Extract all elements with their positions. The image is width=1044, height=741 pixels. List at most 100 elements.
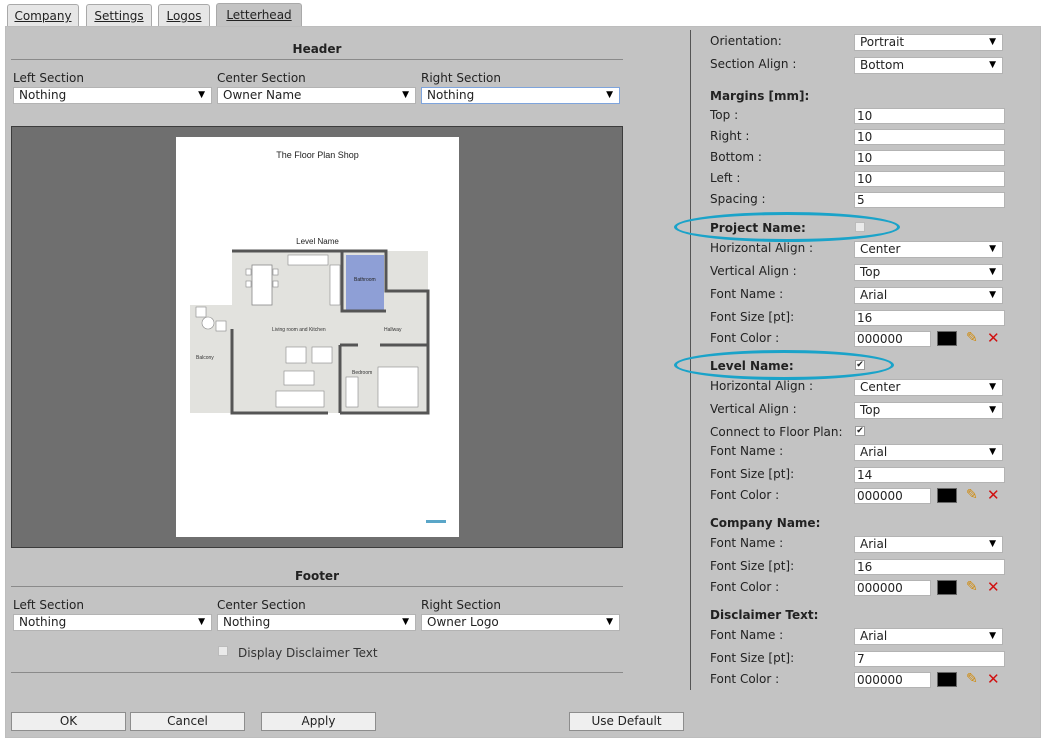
company-font-select[interactable]: Arial ▼ [854,536,1003,553]
chevron-down-icon: ▼ [989,405,996,415]
ok-button[interactable]: OK [11,712,126,731]
margin-top-input[interactable]: 10 [854,108,1005,124]
footer-left-value: Nothing [19,615,67,629]
project-name-checkbox[interactable] [855,222,865,232]
disclaimer-size-input[interactable]: 7 [854,651,1005,667]
connect-floor-plan-checkbox[interactable]: ✔ [855,426,865,436]
tab-letterhead[interactable]: Letterhead [216,3,302,27]
project-halign-select[interactable]: Center ▼ [854,241,1003,258]
header-right-select[interactable]: Nothing ▼ [421,87,620,104]
company-color-swatch[interactable] [937,580,957,595]
close-icon[interactable]: ✕ [987,672,1000,687]
section-align-value: Bottom [860,58,905,72]
spacing-input[interactable]: 5 [854,192,1005,208]
chevron-down-icon: ▼ [402,617,409,627]
project-font-value: Arial [860,288,888,302]
project-halign-value: Center [860,242,901,256]
section-align-label: Section Align : [710,57,797,71]
level-size-input[interactable]: 14 [854,467,1005,483]
footer-left-select[interactable]: Nothing ▼ [13,614,212,631]
pencil-icon[interactable]: ✎ [966,580,978,594]
close-icon[interactable]: ✕ [987,331,1000,346]
orientation-label: Orientation: [710,34,782,48]
company-font-label: Font Name : [710,536,784,550]
chevron-down-icon: ▼ [606,90,613,100]
disclaimer-font-select[interactable]: Arial ▼ [854,628,1003,645]
chevron-down-icon: ▼ [402,90,409,100]
chevron-down-icon: ▼ [606,617,613,627]
tab-logos[interactable]: Logos [158,4,210,26]
preview-level-title: Level Name [296,237,339,246]
footer-center-label: Center Section [217,598,306,612]
header-center-value: Owner Name [223,88,302,102]
company-size-input[interactable]: 16 [854,559,1005,575]
margin-right-input[interactable]: 10 [854,129,1005,145]
footer-right-label: Right Section [421,598,501,612]
margin-left-input[interactable]: 10 [854,171,1005,187]
header-center-select[interactable]: Owner Name ▼ [217,87,416,104]
chevron-down-icon: ▼ [989,37,996,47]
margin-bottom-label: Bottom : [710,150,762,164]
disclaimer-title: Disclaimer Text: [710,608,819,622]
preview-room-bedroom: Bedroom [352,370,372,376]
header-right-value: Nothing [427,88,475,102]
close-icon[interactable]: ✕ [987,580,1000,595]
tab-company[interactable]: Company [7,4,79,26]
header-left-select[interactable]: Nothing ▼ [13,87,212,104]
tab-settings[interactable]: Settings [86,4,152,26]
display-disclaimer-label: Display Disclaimer Text [238,646,378,660]
chevron-down-icon: ▼ [989,631,996,641]
level-halign-label: Horizontal Align : [710,379,814,393]
margin-top-label: Top : [710,108,739,122]
level-halign-select[interactable]: Center ▼ [854,379,1003,396]
project-font-label: Font Name : [710,287,784,301]
level-color-input[interactable]: 000000 [854,488,931,504]
pencil-icon[interactable]: ✎ [966,331,978,345]
margin-bottom-input[interactable]: 10 [854,150,1005,166]
level-halign-value: Center [860,380,901,394]
use-default-button[interactable]: Use Default [569,712,684,731]
level-valign-value: Top [860,403,881,417]
disclaimer-color-label: Font Color : [710,672,780,686]
project-color-input[interactable]: 000000 [854,331,931,347]
project-color-swatch[interactable] [937,331,957,346]
header-center-label: Center Section [217,71,306,85]
level-valign-select[interactable]: Top ▼ [854,402,1003,419]
footer-right-value: Owner Logo [427,615,499,629]
level-name-checkbox[interactable]: ✔ [855,360,865,370]
disclaimer-color-swatch[interactable] [937,672,957,687]
chevron-down-icon: ▼ [989,60,996,70]
company-color-label: Font Color : [710,580,780,594]
footer-center-select[interactable]: Nothing ▼ [217,614,416,631]
footer-divider [11,586,623,587]
chevron-down-icon: ▼ [989,447,996,457]
margin-right-label: Right : [710,129,750,143]
project-size-input[interactable]: 16 [854,310,1005,326]
level-font-select[interactable]: Arial ▼ [854,444,1003,461]
disclaimer-color-input[interactable]: 000000 [854,672,931,688]
disclaimer-font-label: Font Name : [710,628,784,642]
pencil-icon[interactable]: ✎ [966,672,978,686]
level-color-swatch[interactable] [937,488,957,503]
apply-button[interactable]: Apply [261,712,376,731]
spacing-label: Spacing : [710,192,766,206]
footer-right-select[interactable]: Owner Logo ▼ [421,614,620,631]
preview-room-hallway: Hallway [384,327,402,333]
project-valign-select[interactable]: Top ▼ [854,264,1003,281]
preview-room-balcony: Balcony [196,355,214,361]
pencil-icon[interactable]: ✎ [966,488,978,502]
project-valign-value: Top [860,265,881,279]
display-disclaimer-checkbox[interactable] [218,646,228,656]
project-font-select[interactable]: Arial ▼ [854,287,1003,304]
cancel-button[interactable]: Cancel [130,712,245,731]
header-left-value: Nothing [19,88,67,102]
close-icon[interactable]: ✕ [987,488,1000,503]
preview-company-title: The Floor Plan Shop [276,150,359,160]
level-font-value: Arial [860,445,888,459]
section-align-select[interactable]: Bottom ▼ [854,57,1003,74]
preview-page: The Floor Plan Shop Level Name Living ro… [176,137,459,537]
company-font-value: Arial [860,537,888,551]
disclaimer-size-label: Font Size [pt]: [710,651,795,665]
company-color-input[interactable]: 000000 [854,580,931,596]
orientation-select[interactable]: Portrait ▼ [854,34,1003,51]
